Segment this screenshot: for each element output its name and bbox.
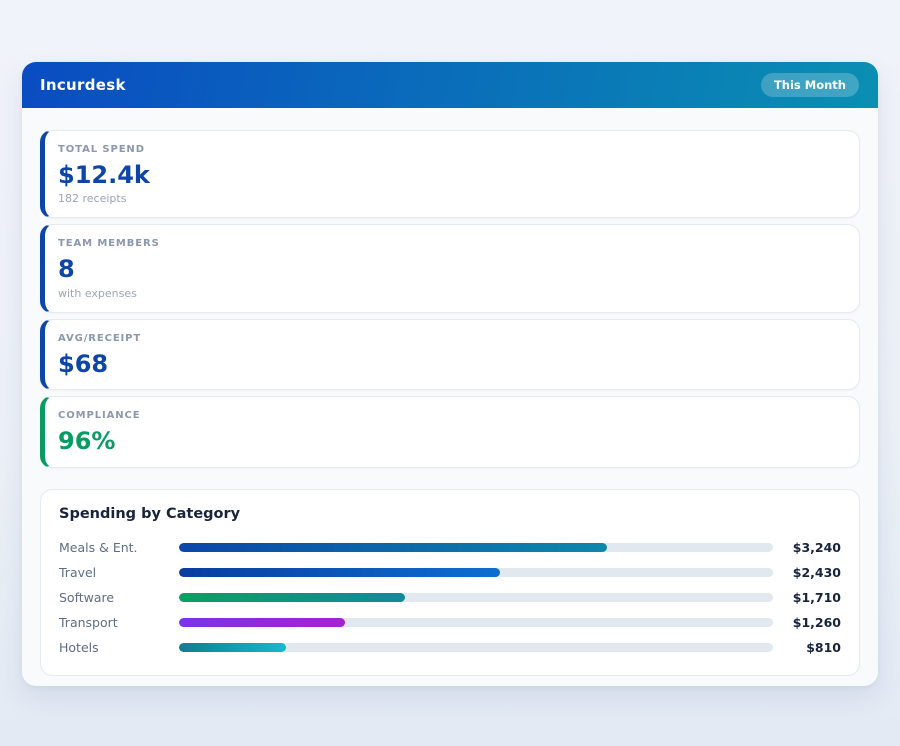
stat-card-team-members: TEAM MEMBERS 8 with expenses: [40, 224, 860, 312]
category-row-travel: Travel $2,430: [59, 560, 841, 585]
bar-track: [179, 543, 773, 552]
stat-subtext: 182 receipts: [58, 192, 841, 205]
app-header: Incurdesk This Month: [22, 62, 878, 108]
category-label: Meals & Ent.: [59, 540, 179, 555]
stat-card-total-spend: TOTAL SPEND $12.4k 182 receipts: [40, 130, 860, 218]
dashboard-content: TOTAL SPEND $12.4k 182 receipts TEAM MEM…: [22, 108, 878, 686]
category-label: Software: [59, 590, 179, 605]
bar-fill: [179, 593, 405, 602]
bar-track: [179, 618, 773, 627]
bar-fill: [179, 643, 286, 652]
stat-card-avg-receipt: AVG/RECEIPT $68: [40, 319, 860, 390]
category-row-software: Software $1,710: [59, 585, 841, 610]
bar-track: [179, 568, 773, 577]
category-value: $1,260: [773, 615, 841, 630]
stat-value: 96%: [58, 428, 841, 454]
spending-by-category-panel: Spending by Category Meals & Ent. $3,240…: [40, 489, 860, 676]
category-value: $1,710: [773, 590, 841, 605]
bar-fill: [179, 543, 607, 552]
stat-card-compliance: COMPLIANCE 96%: [40, 396, 860, 467]
category-row-meals: Meals & Ent. $3,240: [59, 535, 841, 560]
panel-title: Spending by Category: [59, 506, 841, 522]
category-label: Transport: [59, 615, 179, 630]
category-label: Travel: [59, 565, 179, 580]
bar-track: [179, 593, 773, 602]
dashboard-card: Incurdesk This Month TOTAL SPEND $12.4k …: [22, 62, 878, 686]
period-badge-button[interactable]: This Month: [761, 73, 859, 97]
category-value: $2,430: [773, 565, 841, 580]
category-row-transport: Transport $1,260: [59, 610, 841, 635]
stat-label: TEAM MEMBERS: [58, 238, 841, 249]
stat-value: 8: [58, 256, 841, 282]
stat-label: TOTAL SPEND: [58, 144, 841, 155]
stat-value: $12.4k: [58, 162, 841, 188]
category-value: $3,240: [773, 540, 841, 555]
bar-fill: [179, 568, 500, 577]
stat-label: AVG/RECEIPT: [58, 333, 841, 344]
stat-subtext: with expenses: [58, 287, 841, 300]
category-value: $810: [773, 640, 841, 655]
bar-track: [179, 643, 773, 652]
stat-label: COMPLIANCE: [58, 410, 841, 421]
category-row-hotels: Hotels $810: [59, 635, 841, 660]
category-label: Hotels: [59, 640, 179, 655]
bar-fill: [179, 618, 345, 627]
stat-value: $68: [58, 351, 841, 377]
app-title: Incurdesk: [40, 76, 126, 94]
